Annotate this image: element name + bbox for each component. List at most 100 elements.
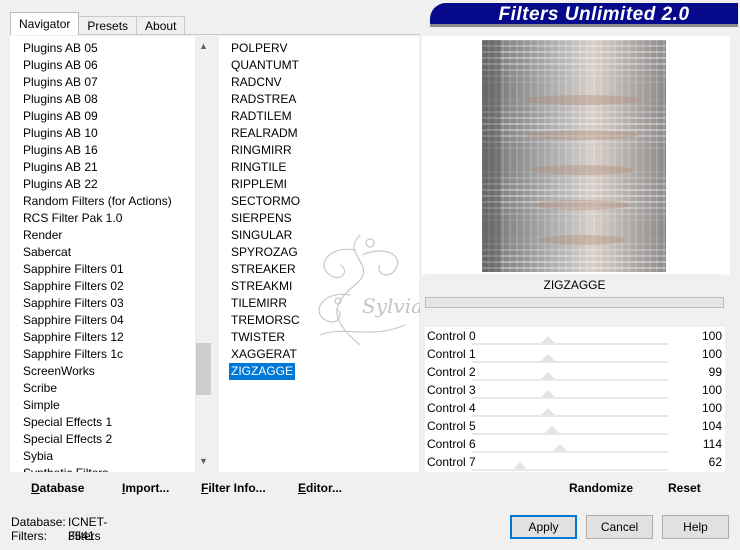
control-slider-thumb[interactable] <box>541 372 556 379</box>
category-item[interactable]: Plugins AB 22 <box>23 176 98 193</box>
category-item[interactable]: Sapphire Filters 12 <box>23 329 124 346</box>
filter-item[interactable]: SIERPENS <box>229 210 294 227</box>
control-value: 99 <box>708 365 722 379</box>
title-banner: Filters Unlimited 2.0 <box>430 3 738 27</box>
category-item[interactable]: Scribe <box>23 380 57 397</box>
selected-filter-name: ZIGZAGGE <box>425 274 724 296</box>
category-item[interactable]: Plugins AB 16 <box>23 142 98 159</box>
filter-item[interactable]: TWISTER <box>229 329 287 346</box>
control-slider-thumb[interactable] <box>541 408 556 415</box>
category-item[interactable]: Sapphire Filters 02 <box>23 278 124 295</box>
category-item[interactable]: Special Effects 2 <box>23 431 112 448</box>
control-row: Control 5 104 <box>425 417 725 435</box>
control-label: Control 2 <box>427 365 476 379</box>
control-slider-thumb[interactable] <box>541 390 556 397</box>
filter-item[interactable]: POLPERV <box>229 40 289 57</box>
control-slider-thumb[interactable] <box>541 354 556 361</box>
tab-bar: Navigator Presets About <box>10 12 186 35</box>
status-filters: Filters: 3541 <box>11 529 95 543</box>
control-slider-thumb[interactable] <box>552 444 567 451</box>
control-row: Control 0 100 <box>425 327 725 345</box>
database-button[interactable]: Database <box>31 481 84 495</box>
category-item[interactable]: ScreenWorks <box>23 363 95 380</box>
filter-item[interactable]: SPYROZAG <box>229 244 300 261</box>
navigator-button-bar: Database Import... Filter Info... Editor… <box>10 474 420 499</box>
filter-item[interactable]: SINGULAR <box>229 227 294 244</box>
filter-item[interactable]: RADCNV <box>229 74 284 91</box>
filter-item[interactable]: RADSTREA <box>229 91 298 108</box>
filters-count-value: 3541 <box>68 529 95 543</box>
filter-item[interactable]: XAGGERAT <box>229 346 299 363</box>
control-label: Control 3 <box>427 383 476 397</box>
watermark-text: Sylviane <box>362 294 420 318</box>
control-label: Control 5 <box>427 419 476 433</box>
filter-info-button[interactable]: Filter Info... <box>201 481 266 495</box>
control-button-bar: Randomize Reset <box>425 474 725 499</box>
category-item[interactable]: Plugins AB 10 <box>23 125 98 142</box>
watermark-signature: Sylviane <box>318 234 420 346</box>
filter-item[interactable]: RIPPLEMI <box>229 176 289 193</box>
scroll-up-arrow-icon[interactable]: ▲ <box>195 38 212 55</box>
control-label: Control 0 <box>427 329 476 343</box>
randomize-button[interactable]: Randomize <box>569 481 633 495</box>
help-button[interactable]: Help <box>662 515 729 539</box>
filter-item[interactable]: QUANTUMT <box>229 57 301 74</box>
control-row: Control 6 114 <box>425 435 725 453</box>
control-row: Control 4 100 <box>425 399 725 417</box>
filter-item[interactable]: SECTORMO <box>229 193 302 210</box>
tab-navigator[interactable]: Navigator <box>10 12 80 35</box>
category-item[interactable]: Plugins AB 21 <box>23 159 98 176</box>
control-slider-thumb[interactable] <box>544 426 559 433</box>
control-slider-thumb[interactable] <box>512 462 527 469</box>
control-slider-thumb[interactable] <box>541 336 556 343</box>
cancel-button[interactable]: Cancel <box>586 515 653 539</box>
category-scrollbar[interactable]: ▲ ▼ <box>195 36 212 472</box>
category-item[interactable]: Special Effects 1 <box>23 414 112 431</box>
category-item[interactable]: RCS Filter Pak 1.0 <box>23 210 122 227</box>
progress-bar <box>425 297 724 308</box>
category-item[interactable]: Sabercat <box>23 244 71 261</box>
category-item[interactable]: Random Filters (for Actions) <box>23 193 172 210</box>
filter-item[interactable]: RADTILEM <box>229 108 294 125</box>
control-value: 100 <box>701 401 722 415</box>
category-item[interactable]: Plugins AB 09 <box>23 108 98 125</box>
filter-item[interactable]: RINGMIRR <box>229 142 294 159</box>
scrollbar-thumb[interactable] <box>196 343 211 395</box>
category-list[interactable]: Plugins AB 05 Plugins AB 06 Plugins AB 07 P… <box>10 36 212 472</box>
filter-item[interactable]: TREMORSC <box>229 312 302 329</box>
category-item[interactable]: Sapphire Filters 01 <box>23 261 124 278</box>
control-row: Control 7 62 <box>425 453 725 471</box>
control-value: 114 <box>702 437 722 451</box>
category-item[interactable]: Plugins AB 07 <box>23 74 98 91</box>
tab-presets[interactable]: Presets <box>78 16 138 35</box>
control-label: Control 4 <box>427 401 476 415</box>
filter-item[interactable]: STREAKER <box>229 261 298 278</box>
control-sliders: Control 0 100 Control 1 100 Control 2 99 Contr… <box>425 327 725 472</box>
filter-item[interactable]: REALRADM <box>229 125 300 142</box>
control-label: Control 1 <box>427 347 476 361</box>
filter-item[interactable]: RINGTILE <box>229 159 288 176</box>
filter-item-selected[interactable]: ZIGZAGGE <box>229 363 296 380</box>
reset-button[interactable]: Reset <box>668 481 701 495</box>
scroll-down-arrow-icon[interactable]: ▼ <box>195 453 212 470</box>
control-label: Control 6 <box>427 437 476 451</box>
control-slider-track[interactable] <box>472 469 668 471</box>
category-item[interactable]: Sapphire Filters 1c <box>23 346 123 363</box>
category-item[interactable]: Sapphire Filters 03 <box>23 295 124 312</box>
category-item[interactable]: Simple <box>23 397 60 414</box>
control-value: 100 <box>701 383 722 397</box>
apply-button[interactable]: Apply <box>510 515 577 539</box>
editor-button[interactable]: Editor... <box>298 481 342 495</box>
category-item[interactable]: Plugins AB 06 <box>23 57 98 74</box>
import-button[interactable]: Import... <box>122 481 169 495</box>
filter-item[interactable]: STREAKMI <box>229 278 294 295</box>
category-item[interactable]: Plugins AB 08 <box>23 91 98 108</box>
category-item[interactable]: Plugins AB 05 <box>23 40 98 57</box>
category-item[interactable]: Render <box>23 227 62 244</box>
category-item[interactable]: Sybia <box>23 448 53 465</box>
category-item[interactable]: Synthetic Filters <box>23 465 108 472</box>
control-row: Control 1 100 <box>425 345 725 363</box>
filter-item[interactable]: TILEMIRR <box>229 295 289 312</box>
tab-about[interactable]: About <box>136 16 186 35</box>
category-item[interactable]: Sapphire Filters 04 <box>23 312 124 329</box>
